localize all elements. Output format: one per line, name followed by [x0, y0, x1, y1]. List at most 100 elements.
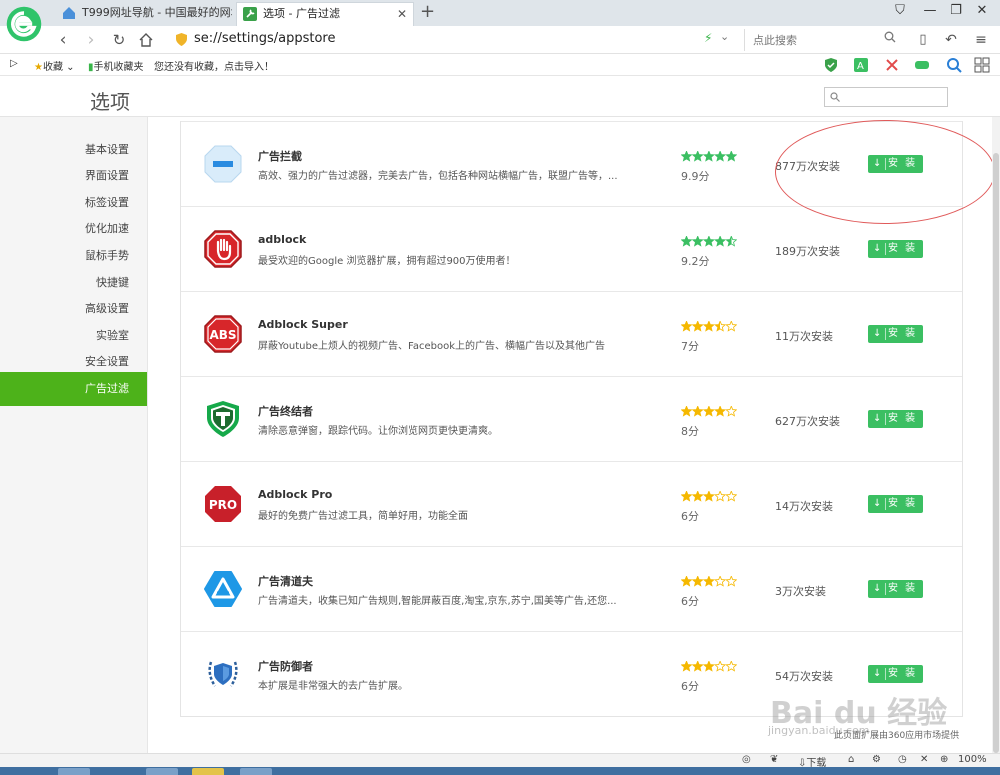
install-button[interactable]: ↓ 安 装	[868, 410, 923, 428]
star-icon	[681, 151, 693, 162]
page-search-input[interactable]	[843, 89, 943, 105]
t-shield-icon	[207, 401, 239, 437]
gear-icon[interactable]: ⚙	[872, 754, 881, 765]
install-button[interactable]: ↓ 安 装	[868, 495, 923, 513]
forward-button[interactable]: ›	[80, 29, 102, 51]
star-icon	[714, 406, 727, 417]
rating-score: 6分	[681, 595, 699, 608]
menu-icon[interactable]: ≡	[970, 29, 992, 51]
vertical-scrollbar[interactable]	[992, 117, 1000, 753]
back-button[interactable]: ‹	[52, 29, 74, 51]
skin-icon[interactable]: ⛉	[888, 3, 912, 18]
apps-grid-icon[interactable]	[974, 57, 990, 73]
sidebar-toggle-icon[interactable]: ▷	[10, 58, 18, 69]
screenshot-icon[interactable]	[884, 57, 900, 73]
laurel-shield-icon	[208, 661, 238, 687]
star-icon	[691, 236, 704, 247]
star-icon	[714, 576, 727, 587]
game-icon[interactable]	[914, 57, 930, 73]
page-search-box[interactable]	[824, 87, 948, 107]
extension-name[interactable]: 广告防御者	[258, 658, 313, 674]
leaf-icon[interactable]: ❦	[770, 754, 778, 765]
sidebar-item-advanced[interactable]: 高级设置	[85, 300, 129, 316]
sidebar-item-security[interactable]: 安全设置	[85, 353, 129, 369]
install-button[interactable]: ↓ 安 装	[868, 240, 923, 258]
extension-name[interactable]: 广告终结者	[258, 403, 313, 419]
install-button[interactable]: ↓ 安 装	[868, 665, 923, 683]
tab-label: 选项 - 广告过滤	[263, 7, 340, 20]
extension-name[interactable]: adblock	[258, 233, 306, 246]
install-count: 11万次安装	[775, 330, 833, 343]
star-icon	[725, 321, 737, 332]
sidebar-item-ad-filter[interactable]: 广告过滤	[0, 372, 147, 406]
minimize-button[interactable]: —	[918, 3, 942, 18]
sidebar-item-optimize[interactable]: 优化加速	[85, 220, 129, 236]
install-button[interactable]: ↓ 安 装	[868, 580, 923, 598]
speed-icon[interactable]: ◎	[742, 754, 751, 765]
clean-icon[interactable]: ⌂	[848, 754, 854, 765]
new-tab-button[interactable]: +	[420, 1, 435, 22]
taskbar-item[interactable]	[58, 768, 90, 775]
mobile-favorites-button[interactable]: ▮手机收藏夹	[88, 58, 144, 73]
star-icon	[691, 576, 704, 587]
tab-label: T999网址导航 - 中国最好的网址	[82, 6, 232, 19]
translate-icon[interactable]: A	[853, 57, 869, 73]
star-icon	[681, 491, 693, 502]
star-icon	[725, 576, 737, 587]
extension-name[interactable]: 广告拦截	[258, 148, 302, 164]
mobile-favorites-label: 手机收藏夹	[93, 62, 144, 73]
taskbar-item[interactable]	[146, 768, 178, 775]
svg-text:A: A	[857, 61, 864, 72]
lightning-icon[interactable]: ⚡	[704, 31, 712, 45]
extension-name[interactable]: Adblock Pro	[258, 488, 332, 501]
install-button[interactable]: ↓ 安 装	[868, 325, 923, 343]
tab-t999[interactable]: T999网址导航 - 中国最好的网址	[56, 2, 232, 26]
svg-text:ABS: ABS	[209, 328, 236, 342]
extension-description: 最受欢迎的Google 浏览器扩展，拥有超过900万使用者！	[258, 256, 516, 267]
clock-icon[interactable]: ◷	[898, 754, 907, 765]
import-bookmarks-link[interactable]: 您还没有收藏，点击导入！	[154, 58, 274, 73]
rating-stars	[681, 661, 737, 672]
address-bar[interactable]: se://settings/appstore ⚡ ⌄	[174, 30, 734, 50]
mute-icon[interactable]: ✕	[920, 754, 928, 765]
rating-stars	[681, 236, 737, 247]
home-button[interactable]	[138, 32, 154, 48]
zoom-level[interactable]: 100%	[958, 754, 987, 765]
reload-button[interactable]: ↻	[108, 29, 130, 51]
extension-name[interactable]: Adblock Super	[258, 318, 348, 331]
scrollbar-thumb[interactable]	[993, 153, 999, 753]
sidebar-item-shortcuts[interactable]: 快捷键	[96, 274, 129, 290]
extension-name[interactable]: 广告清道夫	[258, 573, 313, 589]
restore-button[interactable]: ❐	[944, 3, 968, 18]
star-icon	[725, 236, 737, 247]
browser-logo-icon[interactable]	[4, 4, 44, 44]
sidebar-item-tabs[interactable]: 标签设置	[85, 194, 129, 210]
find-icon[interactable]	[946, 57, 962, 73]
star-icon	[691, 406, 704, 417]
search-icon	[830, 92, 840, 102]
star-icon	[681, 321, 693, 332]
taskbar-item[interactable]	[192, 768, 224, 775]
sidebar-item-mouse-gestures[interactable]: 鼠标手势	[85, 247, 129, 263]
search-box[interactable]	[744, 29, 900, 51]
tab-settings[interactable]: 选项 - 广告过滤 ✕	[236, 2, 414, 26]
search-input[interactable]	[753, 31, 873, 49]
shield-check-icon[interactable]	[823, 57, 839, 73]
extension-row: 广告终结者 清除恶意弹窗，跟踪代码。让你浏览网页更快更清爽。 8分 627万次安…	[181, 376, 962, 461]
sidebar-item-lab[interactable]: 实验室	[96, 327, 129, 343]
reader-icon[interactable]: ▯	[912, 29, 934, 51]
download-arrow-icon: ↓	[873, 413, 882, 424]
close-tab-icon[interactable]: ✕	[397, 3, 407, 25]
chevron-down-icon[interactable]: ⌄	[720, 30, 729, 43]
star-icon	[714, 491, 727, 502]
zoom-icon[interactable]: ⊕	[940, 754, 948, 765]
taskbar-item[interactable]	[240, 768, 272, 775]
undo-icon[interactable]: ↶	[940, 29, 962, 51]
sidebar-item-interface[interactable]: 界面设置	[85, 167, 129, 183]
close-window-button[interactable]: ✕	[970, 3, 994, 18]
favorites-button[interactable]: ★收藏 ⌄	[34, 58, 75, 73]
sidebar-item-basic[interactable]: 基本设置	[85, 141, 129, 157]
search-icon[interactable]	[884, 31, 896, 43]
star-icon: ★	[34, 62, 43, 73]
download-arrow-icon: ↓	[873, 583, 882, 594]
